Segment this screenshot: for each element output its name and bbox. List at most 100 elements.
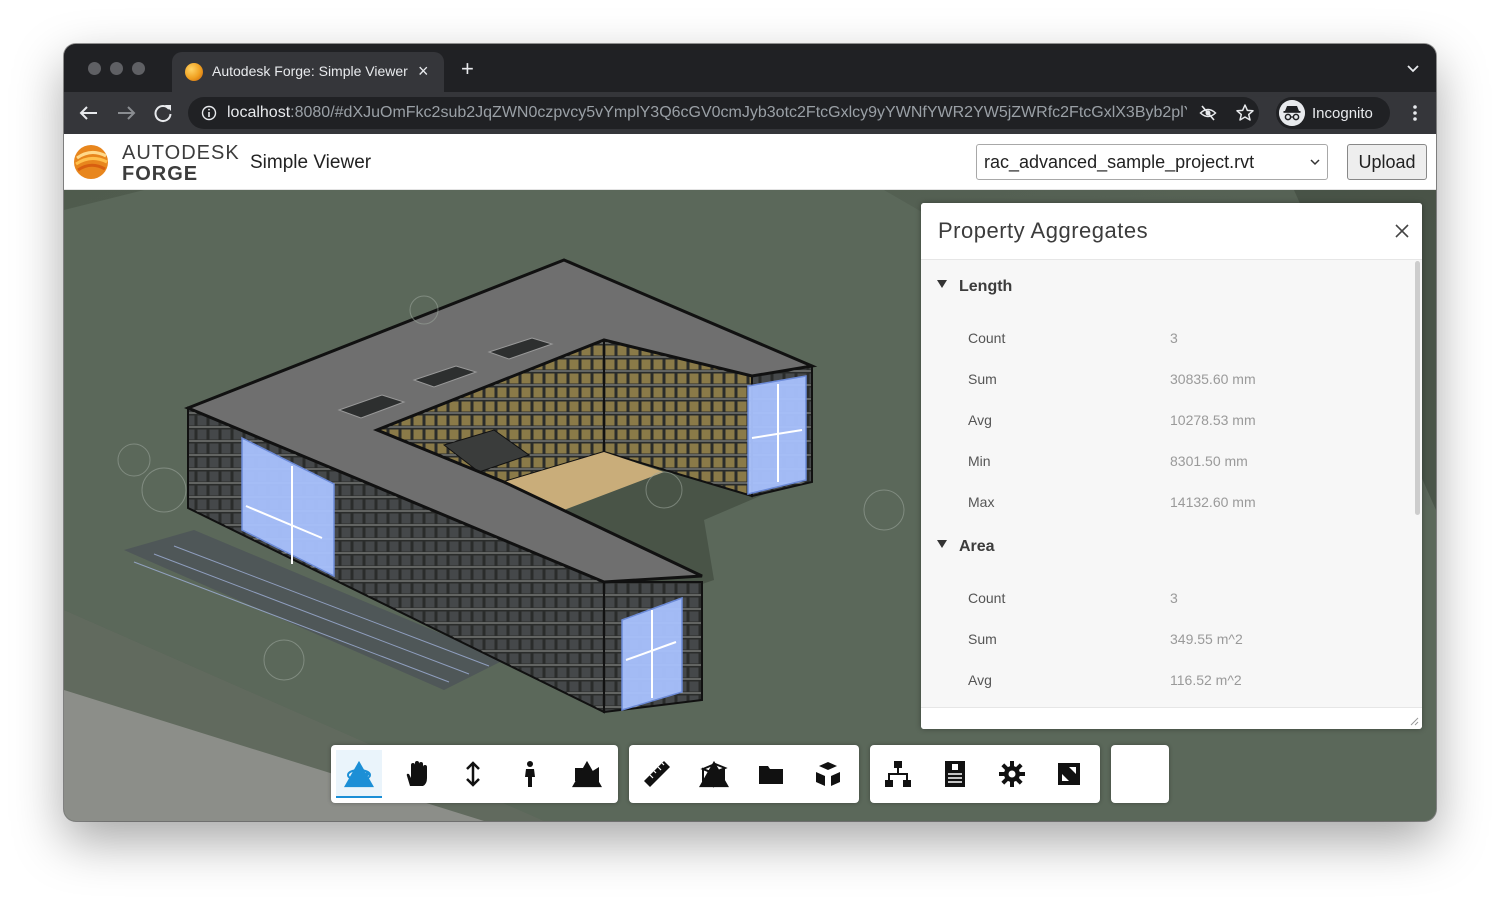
- property-row[interactable]: Sum 349.55 m^2: [921, 619, 1417, 660]
- property-value: 8301.50 mm: [1170, 453, 1248, 469]
- camera-tool-button[interactable]: [564, 750, 610, 798]
- panel-scrollbar[interactable]: [1415, 261, 1420, 515]
- eye-off-icon[interactable]: [1199, 104, 1217, 122]
- category-area[interactable]: Area: [921, 521, 1417, 571]
- url-text: localhost:8080/#dXJuOmFkc2sub2JqZWN0czpv…: [227, 104, 1187, 122]
- tab-strip: Autodesk Forge: Simple Viewer × +: [64, 44, 1436, 92]
- site-info-icon[interactable]: [201, 105, 217, 121]
- ruler-icon: [644, 761, 670, 787]
- first-person-tool-button[interactable]: [507, 750, 553, 798]
- url-host: localhost: [227, 104, 291, 121]
- settings-button[interactable]: [989, 750, 1035, 798]
- gear-icon: [999, 761, 1025, 787]
- more-menu-icon[interactable]: [1412, 104, 1418, 122]
- property-row[interactable]: Sum 30835.60 mm: [921, 359, 1417, 400]
- modeling-tools-group: [629, 745, 859, 803]
- property-row[interactable]: Avg 116.52 m^2: [921, 660, 1417, 701]
- property-value: 3: [1170, 590, 1178, 606]
- property-name: Sum: [968, 631, 997, 647]
- settings-tools-group: [870, 745, 1100, 803]
- chevron-down-icon: [1310, 159, 1320, 166]
- browser-window: Autodesk Forge: Simple Viewer × + localh…: [64, 44, 1436, 821]
- measure-tool-button[interactable]: [634, 750, 680, 798]
- 3d-viewer[interactable]: Property Aggregates Length Count 3 Sum 3…: [64, 190, 1436, 821]
- category-label: Area: [959, 538, 995, 555]
- property-row[interactable]: Count 3: [921, 318, 1417, 359]
- zoom-tool-button[interactable]: [450, 750, 496, 798]
- hierarchy-icon: [885, 761, 911, 787]
- category-length[interactable]: Length: [921, 261, 1417, 311]
- property-aggregates-panel[interactable]: Property Aggregates Length Count 3 Sum 3…: [921, 203, 1422, 729]
- orbit-tool-button[interactable]: [336, 750, 382, 798]
- incognito-profile-button[interactable]: Incognito: [1276, 97, 1390, 129]
- property-value: 10278.53 mm: [1170, 412, 1256, 428]
- explode-cube-icon: [816, 762, 840, 786]
- profile-label: Incognito: [1312, 105, 1373, 122]
- submenu-indicator-icon: [572, 760, 602, 788]
- pan-tool-button[interactable]: [393, 750, 439, 798]
- fullscreen-button[interactable]: [1046, 750, 1092, 798]
- address-bar[interactable]: localhost:8080/#dXJuOmFkc2sub2JqZWN0czpv…: [188, 97, 1259, 129]
- extension-button[interactable]: [1117, 750, 1163, 798]
- property-name: Max: [968, 494, 995, 510]
- app-title: Simple Viewer: [250, 152, 372, 173]
- property-name: Avg: [968, 672, 992, 688]
- properties-button[interactable]: [932, 750, 978, 798]
- property-row[interactable]: Min 8301.50 mm: [921, 441, 1417, 482]
- logo-text-autodesk: AUTODESK: [122, 142, 240, 164]
- property-row[interactable]: Max 14132.60 mm: [921, 482, 1417, 523]
- fullscreen-icon: [1058, 763, 1080, 785]
- property-value: 116.52 m^2: [1170, 672, 1242, 688]
- section-tool-button[interactable]: [691, 750, 737, 798]
- explode-tool-button[interactable]: [805, 750, 851, 798]
- hand-icon: [406, 761, 427, 786]
- submenu-indicator-icon: [344, 760, 374, 788]
- page-content: AUTODESK FORGE Simple Viewer rac_advance…: [64, 134, 1436, 821]
- forge-logo-icon: [74, 145, 108, 179]
- forward-arrow-icon[interactable]: [113, 100, 139, 126]
- extension-tools-group: [1111, 745, 1169, 803]
- browser-tab[interactable]: Autodesk Forge: Simple Viewer ×: [172, 52, 444, 92]
- zoom-arrows-icon: [466, 761, 480, 787]
- submenu-indicator-icon: [699, 760, 729, 788]
- category-label: Length: [959, 278, 1013, 295]
- close-window-dot[interactable]: [88, 62, 101, 75]
- chevron-down-icon[interactable]: [1406, 61, 1420, 75]
- caret-down-icon[interactable]: [937, 280, 947, 288]
- minimize-window-dot[interactable]: [110, 62, 123, 75]
- star-icon[interactable]: [1235, 103, 1255, 123]
- maximize-window-dot[interactable]: [132, 62, 145, 75]
- new-tab-button[interactable]: +: [461, 58, 474, 80]
- model-select[interactable]: rac_advanced_sample_project.rvt: [976, 144, 1328, 180]
- property-value: 30835.60 mm: [1170, 371, 1256, 387]
- incognito-icon: [1279, 100, 1305, 126]
- property-row[interactable]: Avg 10278.53 mm: [921, 400, 1417, 441]
- panel-body[interactable]: Length Count 3 Sum 30835.60 mm Avg 10278…: [921, 261, 1417, 707]
- model-browser-button[interactable]: [748, 750, 794, 798]
- property-value: 14132.60 mm: [1170, 494, 1256, 510]
- property-row[interactable]: Count 3: [921, 578, 1417, 619]
- upload-button[interactable]: Upload: [1347, 144, 1427, 180]
- property-value: 3: [1170, 330, 1178, 346]
- model-structure-button[interactable]: [875, 750, 921, 798]
- property-name: Count: [968, 330, 1006, 346]
- person-icon: [525, 761, 535, 787]
- property-name: Count: [968, 590, 1006, 606]
- tab-close-icon[interactable]: ×: [418, 60, 429, 82]
- property-name: Min: [968, 453, 991, 469]
- caret-down-icon[interactable]: [937, 540, 947, 548]
- panel-footer: [921, 707, 1422, 729]
- property-value: 349.55 m^2: [1170, 631, 1243, 647]
- forge-favicon-icon: [185, 63, 203, 81]
- folder-icon: [759, 766, 783, 784]
- tab-title: Autodesk Forge: Simple Viewer: [212, 63, 408, 79]
- reload-icon[interactable]: [150, 100, 176, 126]
- back-arrow-icon[interactable]: [76, 100, 102, 126]
- url-path: :8080/#dXJuOmFkc2sub2JqZWN0czpvcy5vYmplY…: [290, 104, 1187, 121]
- app-header: AUTODESK FORGE Simple Viewer rac_advance…: [64, 134, 1436, 190]
- browser-toolbar: localhost:8080/#dXJuOmFkc2sub2JqZWN0czpv…: [64, 92, 1436, 134]
- resize-handle-icon[interactable]: [1409, 716, 1419, 726]
- navigation-tools-group: [331, 745, 618, 803]
- panel-header[interactable]: Property Aggregates: [921, 203, 1422, 260]
- close-icon[interactable]: [1394, 223, 1410, 239]
